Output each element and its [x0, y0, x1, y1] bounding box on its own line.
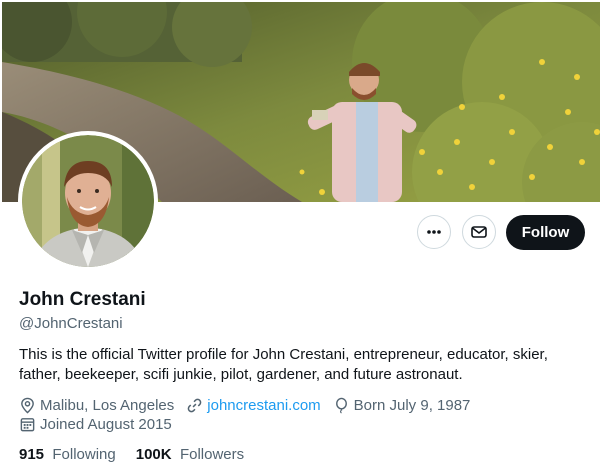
profile-stats: 915 Following 100K Followers: [19, 446, 264, 463]
following-count: 915: [19, 446, 45, 463]
website-link[interactable]: johncrestani.com: [207, 397, 320, 414]
joined-item: Joined August 2015: [19, 416, 172, 433]
profile-card: Follow John Crestani @JohnCrestani This …: [0, 0, 604, 473]
display-name: John Crestani: [19, 289, 146, 310]
location-icon: [21, 397, 34, 414]
birthday-item: Born July 9, 1987: [333, 397, 471, 414]
message-icon: [471, 226, 487, 238]
profile-meta-row-joined: Joined August 2015: [19, 416, 184, 433]
profile-meta-row: Malibu, Los Angeles johncrestani.com Bor…: [19, 397, 482, 414]
website-item[interactable]: johncrestani.com: [186, 397, 321, 414]
following-stat[interactable]: 915 Following: [19, 446, 116, 463]
location-text: Malibu, Los Angeles: [40, 397, 175, 414]
profile-bio: This is the official Twitter profile for…: [19, 346, 548, 383]
following-label: Following: [52, 446, 116, 463]
avatar[interactable]: [18, 131, 158, 271]
birthday-text: Born July 9, 1987: [353, 397, 471, 414]
joined-text: Joined August 2015: [40, 416, 172, 433]
more-button[interactable]: [417, 215, 451, 249]
more-icon: [427, 230, 441, 234]
followers-label: Followers: [179, 446, 245, 463]
location-item: Malibu, Los Angeles: [19, 397, 174, 414]
followers-count: 100K: [135, 446, 172, 463]
follow-button[interactable]: Follow: [506, 215, 585, 250]
calendar-icon: [20, 418, 35, 432]
avatar-photo: [22, 135, 154, 267]
user-handle: @JohnCrestani: [19, 315, 123, 332]
balloon-icon: [335, 397, 347, 414]
message-button[interactable]: [462, 215, 496, 249]
followers-stat[interactable]: 100K Followers: [136, 446, 244, 463]
link-icon: [187, 398, 202, 413]
